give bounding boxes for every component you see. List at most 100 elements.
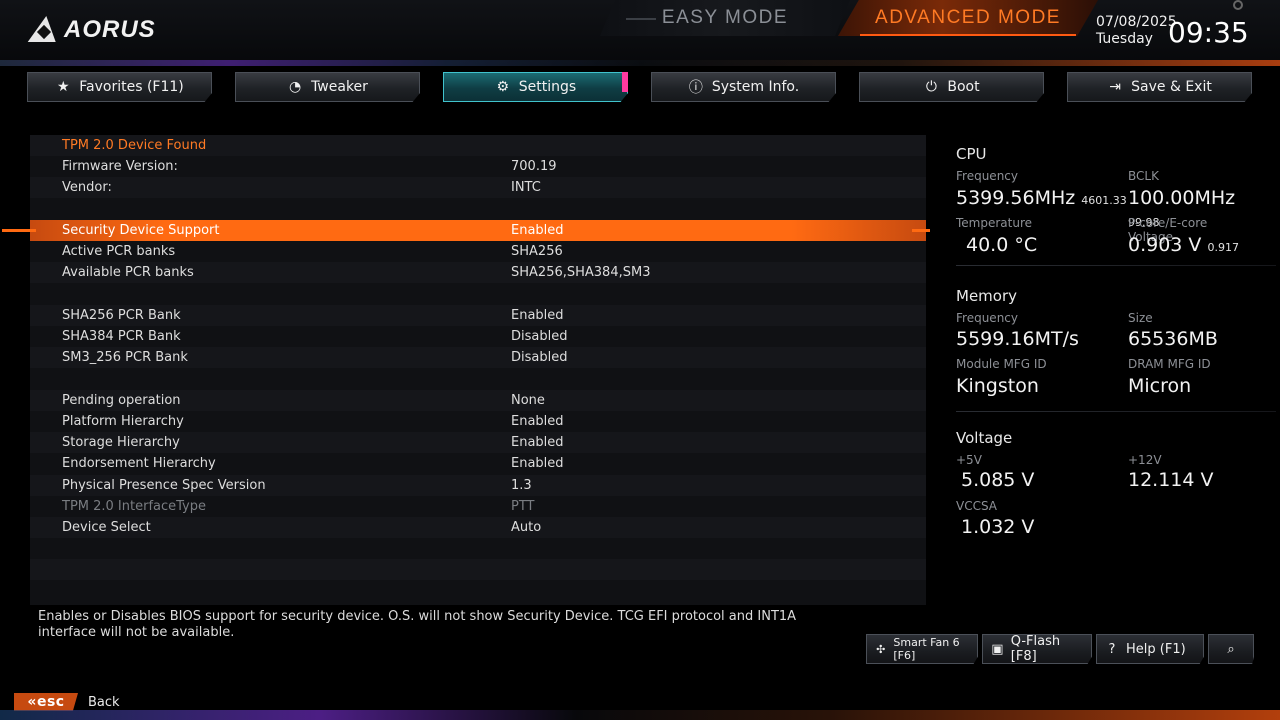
tab-save-exit[interactable]: ⇥ Save & Exit bbox=[1067, 72, 1252, 102]
setting-row-firmware-version: Firmware Version: 700.19 bbox=[30, 156, 926, 177]
setting-label: Firmware Version: bbox=[62, 159, 178, 174]
esc-back[interactable]: « esc Back bbox=[14, 692, 120, 712]
aorus-eagle-icon bbox=[30, 16, 58, 44]
spacer-row bbox=[30, 368, 926, 389]
v12-value: 12.114 V bbox=[1128, 469, 1214, 491]
setting-label: Active PCR banks bbox=[62, 244, 176, 259]
setting-value: SHA256 bbox=[511, 244, 563, 259]
setting-row-active-pcr-banks: Active PCR banks SHA256 bbox=[30, 241, 926, 262]
setting-row-available-pcr-banks: Available PCR banks SHA256,SHA384,SM3 bbox=[30, 262, 926, 283]
setting-row-sm3-256-pcr-bank[interactable]: SM3_256 PCR Bank Disabled bbox=[30, 347, 926, 368]
tab-boot[interactable]: ⏻ Boot bbox=[859, 72, 1044, 102]
setting-label: Available PCR banks bbox=[62, 265, 194, 280]
spacer-row bbox=[30, 538, 926, 559]
setting-row-device-select[interactable]: Device Select Auto bbox=[30, 517, 926, 538]
setting-label: Physical Presence Spec Version bbox=[62, 478, 266, 493]
double-chevron-left-icon: « bbox=[27, 694, 37, 710]
setting-value: SHA256,SHA384,SM3 bbox=[511, 265, 651, 280]
smart-fan-button[interactable]: ✣ Smart Fan 6 [F6] bbox=[866, 634, 978, 664]
hardware-monitor: CPU Frequency 5399.56MHz 4601.33 BCLK 10… bbox=[956, 135, 1276, 555]
dram-mfg: Micron bbox=[1128, 375, 1192, 397]
setting-label: SHA384 PCR Bank bbox=[62, 329, 181, 344]
power-icon: ⏻ bbox=[925, 79, 937, 95]
tab-label: Settings bbox=[518, 79, 577, 95]
setting-label: Vendor: bbox=[62, 180, 112, 195]
setting-value[interactable]: Enabled bbox=[511, 411, 564, 432]
dram-mfg-label: DRAM MFG ID bbox=[1128, 357, 1211, 371]
setting-value[interactable]: Disabled bbox=[511, 347, 567, 368]
search-button[interactable]: ⌕ bbox=[1208, 634, 1254, 664]
setting-row-storage-hierarchy[interactable]: Storage Hierarchy Enabled bbox=[30, 432, 926, 453]
vccsa-label: VCCSA bbox=[956, 499, 998, 513]
settings-panel: TPM 2.0 Device Found Firmware Version: 7… bbox=[2, 135, 930, 605]
back-label: Back bbox=[88, 694, 120, 710]
setting-row-sha384-pcr-bank[interactable]: SHA384 PCR Bank Disabled bbox=[30, 326, 926, 347]
q-flash-button[interactable]: ▣ Q-Flash [F8] bbox=[982, 634, 1092, 664]
help-button[interactable]: ? Help (F1) bbox=[1096, 634, 1204, 664]
bclk-value: 100.00MHz bbox=[1128, 187, 1236, 209]
bottom-glow-bar bbox=[0, 710, 1280, 720]
setting-row-platform-hierarchy[interactable]: Platform Hierarchy Enabled bbox=[30, 411, 926, 432]
memory-frequency: 5599.16MT/s bbox=[956, 328, 1079, 350]
info-icon: ⓘ bbox=[688, 80, 703, 96]
v5-label: +5V bbox=[956, 453, 982, 467]
setting-value[interactable]: Enabled bbox=[511, 220, 564, 241]
setting-row-security-device-support[interactable]: Security Device Support Enabled bbox=[2, 220, 930, 241]
fan-icon: ✣ bbox=[876, 642, 886, 656]
bottom-actions: ✣ Smart Fan 6 [F6] ▣ Q-Flash [F8] ? Help… bbox=[866, 634, 1256, 664]
cpu-title: CPU bbox=[956, 145, 987, 163]
help-text: Enables or Disables BIOS support for sec… bbox=[38, 609, 797, 640]
setting-value: INTC bbox=[511, 180, 541, 195]
cpu-frequency-value: 5399.56MHz bbox=[956, 187, 1076, 209]
tab-tweaker[interactable]: ◔ Tweaker bbox=[235, 72, 420, 102]
setting-label: Pending operation bbox=[62, 393, 181, 408]
q-flash-label: Q-Flash [F8] bbox=[1010, 634, 1061, 664]
setting-value[interactable]: Disabled bbox=[511, 326, 567, 347]
setting-label: Device Select bbox=[62, 520, 151, 535]
setting-row-pending-operation[interactable]: Pending operation None bbox=[30, 390, 926, 411]
smart-fan-label: Smart Fan 6 [F6] bbox=[893, 636, 960, 662]
advanced-mode-label: ADVANCED MODE bbox=[875, 7, 1061, 28]
help-icon: ? bbox=[1108, 641, 1116, 657]
esc-key[interactable]: « esc bbox=[14, 693, 78, 711]
aorus-logo: AORUS bbox=[30, 14, 160, 46]
divider bbox=[956, 265, 1276, 266]
cpu-voltage: 0.903 V 0.917 bbox=[1128, 234, 1239, 256]
memory-frequency-label: Frequency bbox=[956, 311, 1018, 325]
tab-favorites[interactable]: ★ Favorites (F11) bbox=[27, 72, 212, 102]
cpu-voltage-value: 0.903 V bbox=[1128, 234, 1202, 256]
module-mfg-label: Module MFG ID bbox=[956, 357, 1047, 371]
setting-label: Storage Hierarchy bbox=[62, 435, 180, 450]
setting-row-sha256-pcr-bank[interactable]: SHA256 PCR Bank Enabled bbox=[30, 305, 926, 326]
memory-size-label: Size bbox=[1128, 311, 1153, 325]
spacer-row bbox=[30, 198, 926, 219]
tpm-header: TPM 2.0 Device Found bbox=[62, 138, 207, 153]
star-icon: ★ bbox=[56, 79, 70, 95]
setting-row-physical-presence-spec-version: Physical Presence Spec Version 1.3 bbox=[30, 475, 926, 496]
date-text: 07/08/2025 bbox=[1096, 14, 1177, 30]
advanced-mode-button[interactable]: ADVANCED MODE bbox=[838, 0, 1098, 36]
settings-gear-icon[interactable] bbox=[1233, 0, 1243, 10]
tab-settings[interactable]: ⚙ Settings bbox=[443, 72, 628, 102]
tab-system-info[interactable]: ⓘ System Info. bbox=[651, 72, 836, 102]
setting-value: PTT bbox=[511, 499, 535, 514]
setting-value[interactable]: Enabled bbox=[511, 432, 564, 453]
bclk-label: BCLK bbox=[1128, 169, 1159, 183]
spacer-row bbox=[30, 559, 926, 580]
setting-row-vendor: Vendor: INTC bbox=[30, 177, 926, 198]
setting-row-endorsement-hierarchy[interactable]: Endorsement Hierarchy Enabled bbox=[30, 453, 926, 474]
setting-value[interactable]: Auto bbox=[511, 517, 541, 538]
easy-mode-button[interactable]: EASY MODE bbox=[600, 0, 850, 36]
spacer-row bbox=[30, 283, 926, 304]
cpu-temperature-label: Temperature bbox=[956, 216, 1033, 230]
cpu-frequency-sub: 4601.33 bbox=[1081, 194, 1127, 207]
setting-value[interactable]: None bbox=[511, 390, 545, 411]
setting-value[interactable]: Enabled bbox=[511, 453, 564, 474]
cpu-voltage-sub: 0.917 bbox=[1207, 241, 1239, 254]
logo-text: AORUS bbox=[64, 16, 156, 43]
dash-decoration bbox=[626, 18, 656, 20]
setting-value[interactable]: Enabled bbox=[511, 305, 564, 326]
v5-value: 5.085 V bbox=[961, 469, 1035, 491]
memory-title: Memory bbox=[956, 287, 1018, 305]
setting-label: Platform Hierarchy bbox=[62, 414, 184, 429]
